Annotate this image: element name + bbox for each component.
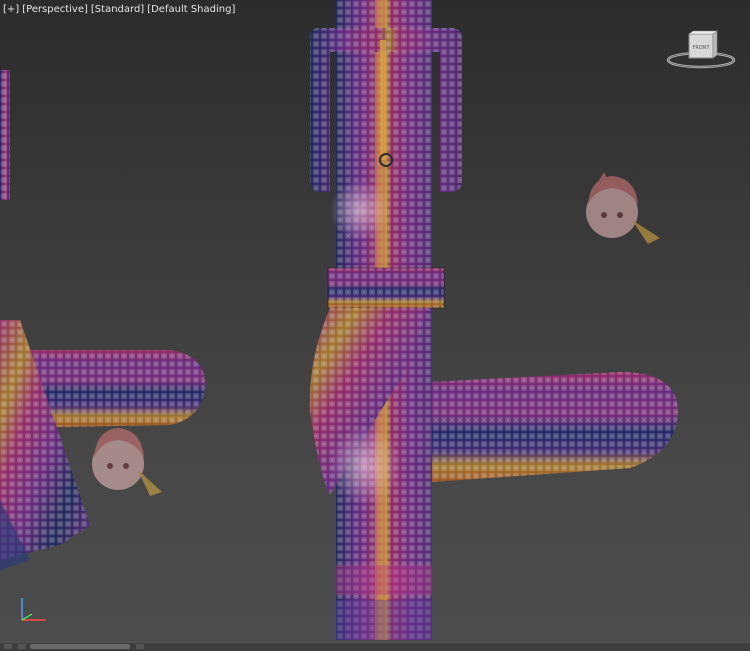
viewport-plus-menu[interactable]: [+] (3, 4, 19, 15)
viewport-view-menu[interactable]: [Perspective] (22, 4, 88, 15)
timeline-next-button[interactable] (18, 644, 26, 649)
timeline-slider-handle[interactable] (30, 644, 130, 649)
viewport-shading-menu[interactable]: [Default Shading] (147, 4, 235, 15)
viewport-preset-menu[interactable]: [Standard] (91, 4, 144, 15)
left-belt (0, 70, 205, 570)
center-belt (309, 0, 678, 640)
anime-sticker-right (586, 172, 660, 244)
anime-sticker-left (92, 428, 162, 496)
perspective-viewport[interactable]: [+] [Perspective] [Standard] [Default Shadi… (0, 0, 750, 642)
axis-tripod-icon (21, 598, 46, 621)
scene-canvas[interactable] (0, 0, 750, 642)
viewcube[interactable]: FRONT (665, 30, 737, 70)
viewport-label-bar: [+] [Perspective] [Standard] [Default Shadi… (3, 4, 238, 15)
timeline-end-button[interactable] (136, 644, 144, 649)
timeline-prev-button[interactable] (4, 644, 12, 649)
viewcube-front-face: FRONT (692, 45, 710, 51)
